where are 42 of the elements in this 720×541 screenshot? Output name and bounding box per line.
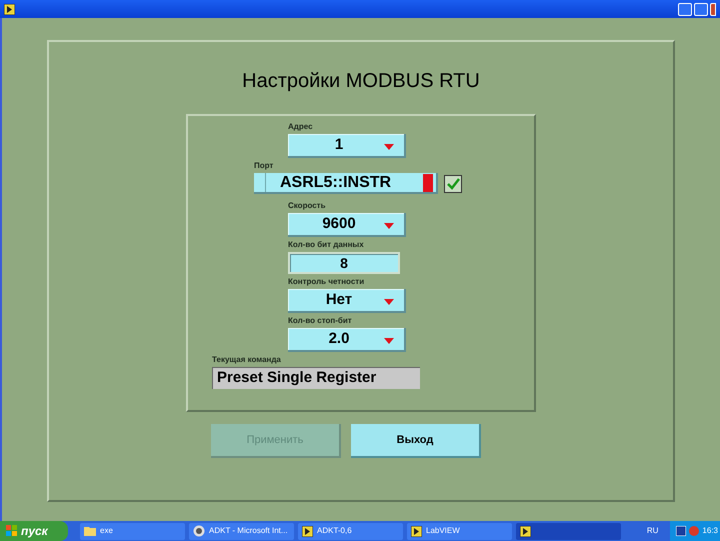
taskbar-item[interactable]: [516, 522, 621, 540]
taskbar-item[interactable]: ADKT - Microsoft Int...: [189, 522, 294, 540]
tray-icon: [676, 526, 686, 536]
command-display: Preset Single Register: [212, 367, 420, 389]
checkbox[interactable]: [444, 174, 462, 192]
action-button[interactable]: Выход: [351, 424, 481, 458]
close-button[interactable]: [710, 2, 716, 16]
minimize-button[interactable]: [678, 2, 692, 16]
arrow-icon: [4, 4, 15, 14]
field-label: Кол-во бит данных: [288, 240, 364, 250]
dropdown-arrow-icon: [384, 338, 394, 344]
start-button[interactable]: пуск: [0, 521, 68, 541]
numeric-field[interactable]: 8: [288, 252, 400, 274]
checkmark-icon: [446, 177, 460, 190]
panel-title: Настройки MODBUS RTU: [242, 69, 480, 94]
dropdown-field[interactable]: 2.0: [288, 328, 406, 352]
field-label: Порт: [254, 161, 274, 171]
browser-icon: [193, 525, 205, 537]
field-label: Кол-во стоп-бит: [288, 316, 352, 326]
language-indicator: RU: [646, 525, 658, 537]
field-label: Контроль четности: [288, 277, 364, 287]
field-label: Текущая команда: [212, 355, 281, 365]
dropdown-field[interactable]: 9600: [288, 213, 406, 237]
arrow-icon: [520, 526, 531, 536]
taskbar-item[interactable]: exe: [80, 522, 185, 540]
maximize-button[interactable]: [694, 2, 708, 16]
taskbar-item[interactable]: LabVIEW: [407, 522, 512, 540]
dropdown-field[interactable]: Нет: [288, 289, 406, 313]
dropdown-arrow-icon: [384, 299, 394, 305]
dropdown-field[interactable]: 1: [288, 134, 406, 158]
dropdown-arrow-icon: [384, 144, 394, 150]
clock: 16:3: [702, 525, 718, 537]
shield-icon: [689, 526, 700, 536]
field-label: Скорость: [288, 201, 326, 211]
windows-logo-icon: [6, 525, 18, 537]
resource-field[interactable]: ASRL5::INSTR: [254, 173, 438, 194]
folder-icon: [84, 526, 96, 536]
arrow-icon: [302, 526, 313, 536]
dropdown-arrow-icon: [384, 223, 394, 229]
field-label: Адрес: [288, 122, 313, 132]
taskbar-item[interactable]: ADKT-0,6: [298, 522, 403, 540]
arrow-icon: [411, 526, 422, 536]
